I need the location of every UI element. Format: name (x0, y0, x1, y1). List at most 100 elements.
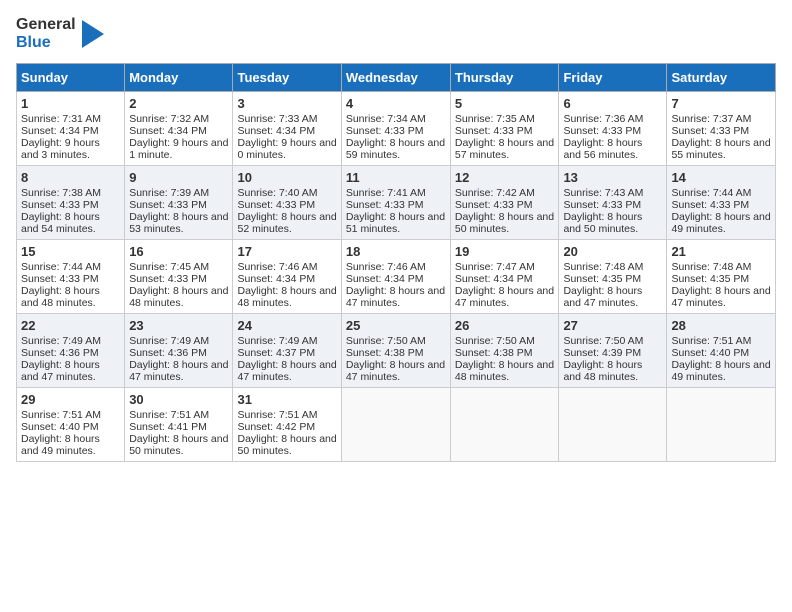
day-number: 26 (455, 318, 555, 333)
sunset-text: Sunset: 4:33 PM (129, 273, 207, 285)
calendar-cell: 8Sunrise: 7:38 AMSunset: 4:33 PMDaylight… (17, 165, 125, 239)
daylight-text: Daylight: 8 hours and 55 minutes. (671, 137, 770, 161)
sunset-text: Sunset: 4:40 PM (21, 421, 99, 433)
sunset-text: Sunset: 4:40 PM (671, 347, 749, 359)
calendar-week-row: 8Sunrise: 7:38 AMSunset: 4:33 PMDaylight… (17, 165, 776, 239)
sunset-text: Sunset: 4:42 PM (237, 421, 315, 433)
sunrise-text: Sunrise: 7:37 AM (671, 113, 751, 125)
sunrise-text: Sunrise: 7:46 AM (237, 261, 317, 273)
daylight-text: Daylight: 8 hours and 48 minutes. (129, 285, 228, 309)
daylight-text: Daylight: 8 hours and 57 minutes. (455, 137, 554, 161)
logo: General Blue (16, 16, 104, 53)
daylight-text: Daylight: 9 hours and 1 minute. (129, 137, 228, 161)
sunset-text: Sunset: 4:34 PM (237, 125, 315, 137)
day-number: 24 (237, 318, 336, 333)
daylight-text: Daylight: 8 hours and 48 minutes. (21, 285, 100, 309)
sunset-text: Sunset: 4:33 PM (671, 199, 749, 211)
day-number: 20 (563, 244, 662, 259)
calendar-cell: 4Sunrise: 7:34 AMSunset: 4:33 PMDaylight… (341, 91, 450, 165)
sunset-text: Sunset: 4:33 PM (21, 273, 99, 285)
sunrise-text: Sunrise: 7:41 AM (346, 187, 426, 199)
sunset-text: Sunset: 4:33 PM (129, 199, 207, 211)
logo-blue-text: Blue (16, 34, 76, 52)
day-number: 14 (671, 170, 771, 185)
calendar-cell: 31Sunrise: 7:51 AMSunset: 4:42 PMDayligh… (233, 387, 341, 461)
calendar-cell: 24Sunrise: 7:49 AMSunset: 4:37 PMDayligh… (233, 313, 341, 387)
day-number: 13 (563, 170, 662, 185)
sunset-text: Sunset: 4:33 PM (563, 199, 641, 211)
daylight-text: Daylight: 8 hours and 47 minutes. (346, 359, 445, 383)
day-header: Thursday (450, 63, 559, 91)
sunset-text: Sunset: 4:33 PM (346, 125, 424, 137)
calendar-week-row: 15Sunrise: 7:44 AMSunset: 4:33 PMDayligh… (17, 239, 776, 313)
calendar-cell: 18Sunrise: 7:46 AMSunset: 4:34 PMDayligh… (341, 239, 450, 313)
day-number: 18 (346, 244, 446, 259)
calendar-cell: 16 Sunrise: 7:45 AMSunset: 4:33 PMDayligh… (125, 239, 233, 313)
sunset-text: Sunset: 4:33 PM (563, 125, 641, 137)
daylight-text: Daylight: 8 hours and 48 minutes. (563, 359, 642, 383)
calendar-cell: 29Sunrise: 7:51 AMSunset: 4:40 PMDayligh… (17, 387, 125, 461)
sunrise-text: Sunrise: 7:47 AM (455, 261, 535, 273)
sunrise-text: Sunrise: 7:45 AM (129, 261, 209, 273)
calendar-cell: 2Sunrise: 7:32 AMSunset: 4:34 PMDaylight… (125, 91, 233, 165)
day-number: 25 (346, 318, 446, 333)
calendar-cell: 6Sunrise: 7:36 AMSunset: 4:33 PMDaylight… (559, 91, 667, 165)
day-number: 30 (129, 392, 228, 407)
daylight-text: Daylight: 8 hours and 50 minutes. (563, 211, 642, 235)
daylight-text: Daylight: 8 hours and 47 minutes. (563, 285, 642, 309)
sunrise-text: Sunrise: 7:43 AM (563, 187, 643, 199)
calendar-cell (450, 387, 559, 461)
day-number: 31 (237, 392, 336, 407)
sunset-text: Sunset: 4:34 PM (455, 273, 533, 285)
daylight-text: Daylight: 8 hours and 49 minutes. (671, 359, 770, 383)
sunset-text: Sunset: 4:35 PM (671, 273, 749, 285)
calendar-cell: 7Sunrise: 7:37 AMSunset: 4:33 PMDaylight… (667, 91, 776, 165)
day-number: 23 (129, 318, 228, 333)
day-number: 27 (563, 318, 662, 333)
daylight-text: Daylight: 8 hours and 50 minutes. (129, 433, 228, 457)
sunset-text: Sunset: 4:33 PM (21, 199, 99, 211)
day-number: 2 (129, 96, 228, 111)
sunset-text: Sunset: 4:33 PM (237, 199, 315, 211)
sunrise-text: Sunrise: 7:42 AM (455, 187, 535, 199)
daylight-text: Daylight: 8 hours and 49 minutes. (21, 433, 100, 457)
sunrise-text: Sunrise: 7:40 AM (237, 187, 317, 199)
daylight-text: Daylight: 8 hours and 50 minutes. (237, 433, 336, 457)
day-header: Saturday (667, 63, 776, 91)
day-number: 16 (129, 244, 228, 259)
sunrise-text: Sunrise: 7:44 AM (671, 187, 751, 199)
day-number: 1 (21, 96, 120, 111)
page-header: General Blue (16, 16, 776, 53)
calendar-table: SundayMondayTuesdayWednesdayThursdayFrid… (16, 63, 776, 462)
day-header: Wednesday (341, 63, 450, 91)
daylight-text: Daylight: 8 hours and 56 minutes. (563, 137, 642, 161)
day-number: 17 (237, 244, 336, 259)
sunset-text: Sunset: 4:41 PM (129, 421, 207, 433)
sunrise-text: Sunrise: 7:39 AM (129, 187, 209, 199)
calendar-cell: 19Sunrise: 7:47 AMSunset: 4:34 PMDayligh… (450, 239, 559, 313)
day-number: 21 (671, 244, 771, 259)
daylight-text: Daylight: 8 hours and 54 minutes. (21, 211, 100, 235)
daylight-text: Daylight: 8 hours and 50 minutes. (455, 211, 554, 235)
daylight-text: Daylight: 8 hours and 47 minutes. (455, 285, 554, 309)
calendar-cell: 13 Sunrise: 7:43 AMSunset: 4:33 PMDayligh… (559, 165, 667, 239)
calendar-cell: 9Sunrise: 7:39 AMSunset: 4:33 PMDaylight… (125, 165, 233, 239)
daylight-text: Daylight: 8 hours and 47 minutes. (237, 359, 336, 383)
calendar-week-row: 1Sunrise: 7:31 AMSunset: 4:34 PMDaylight… (17, 91, 776, 165)
calendar-week-row: 29Sunrise: 7:51 AMSunset: 4:40 PMDayligh… (17, 387, 776, 461)
calendar-cell: 28Sunrise: 7:51 AMSunset: 4:40 PMDayligh… (667, 313, 776, 387)
calendar-body: 1Sunrise: 7:31 AMSunset: 4:34 PMDaylight… (17, 91, 776, 461)
day-number: 3 (237, 96, 336, 111)
sunset-text: Sunset: 4:34 PM (21, 125, 99, 137)
day-number: 28 (671, 318, 771, 333)
daylight-text: Daylight: 9 hours and 0 minutes. (237, 137, 336, 161)
sunrise-text: Sunrise: 7:51 AM (21, 409, 101, 421)
day-number: 5 (455, 96, 555, 111)
sunset-text: Sunset: 4:35 PM (563, 273, 641, 285)
calendar-cell: 23Sunrise: 7:49 AMSunset: 4:36 PMDayligh… (125, 313, 233, 387)
calendar-cell (559, 387, 667, 461)
sunrise-text: Sunrise: 7:50 AM (346, 335, 426, 347)
daylight-text: Daylight: 8 hours and 47 minutes. (21, 359, 100, 383)
sunset-text: Sunset: 4:34 PM (237, 273, 315, 285)
day-number: 7 (671, 96, 771, 111)
